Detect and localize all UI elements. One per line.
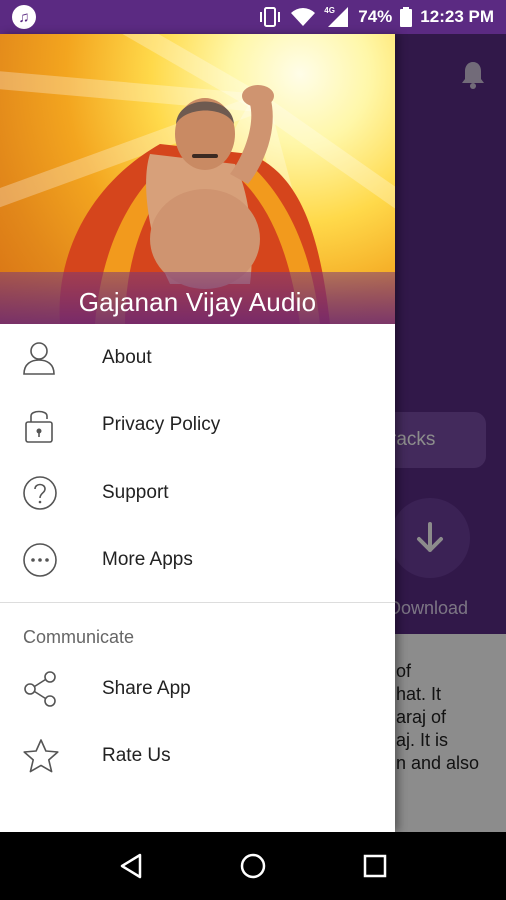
more-icon [23,543,57,578]
wifi-icon [291,8,316,26]
menu-item-support[interactable]: Support [0,459,395,527]
battery-percent: 74% [358,7,393,26]
menu-item-label: More Apps [102,549,193,571]
status-bar: ♫ 4G 74% 12:23 PM [0,0,506,34]
drawer-header: Gajanan Vijay Audio [0,34,395,324]
star-icon [23,739,59,773]
music-notification-icon: ♫ [12,5,36,29]
section-title-communicate: Communicate [23,627,135,647]
communicate-menu: Share App Rate Us [0,655,395,790]
clock: 12:23 PM [420,7,494,26]
menu-item-privacy-policy[interactable]: Privacy Policy [0,392,395,460]
menu-item-label: Share App [102,677,191,699]
system-navigation-bar [0,832,506,900]
navigation-drawer: Gajanan Vijay Audio About Privacy Policy… [0,34,395,832]
menu-item-about[interactable]: About [0,324,395,392]
home-icon[interactable] [239,852,267,880]
back-icon[interactable] [118,852,144,880]
cell-signal-icon [328,7,349,27]
drawer-header-title: Gajanan Vijay Audio [78,287,317,317]
menu-item-label: Rate Us [102,745,171,767]
menu-item-label: Privacy Policy [102,414,221,436]
person-icon [23,341,55,375]
share-icon [24,670,56,707]
menu-item-rate-us[interactable]: Rate Us [0,723,395,791]
recents-icon[interactable] [362,853,388,879]
menu-item-label: Support [102,481,169,503]
help-icon [23,475,57,510]
lock-icon [25,410,53,444]
drawer-menu: About Privacy Policy Support More Apps [0,324,395,594]
menu-item-share-app[interactable]: Share App [0,655,395,723]
menu-item-more-apps[interactable]: More Apps [0,527,395,595]
battery-icon [400,7,413,27]
vibrate-icon [260,7,281,27]
menu-item-label: About [102,346,152,368]
